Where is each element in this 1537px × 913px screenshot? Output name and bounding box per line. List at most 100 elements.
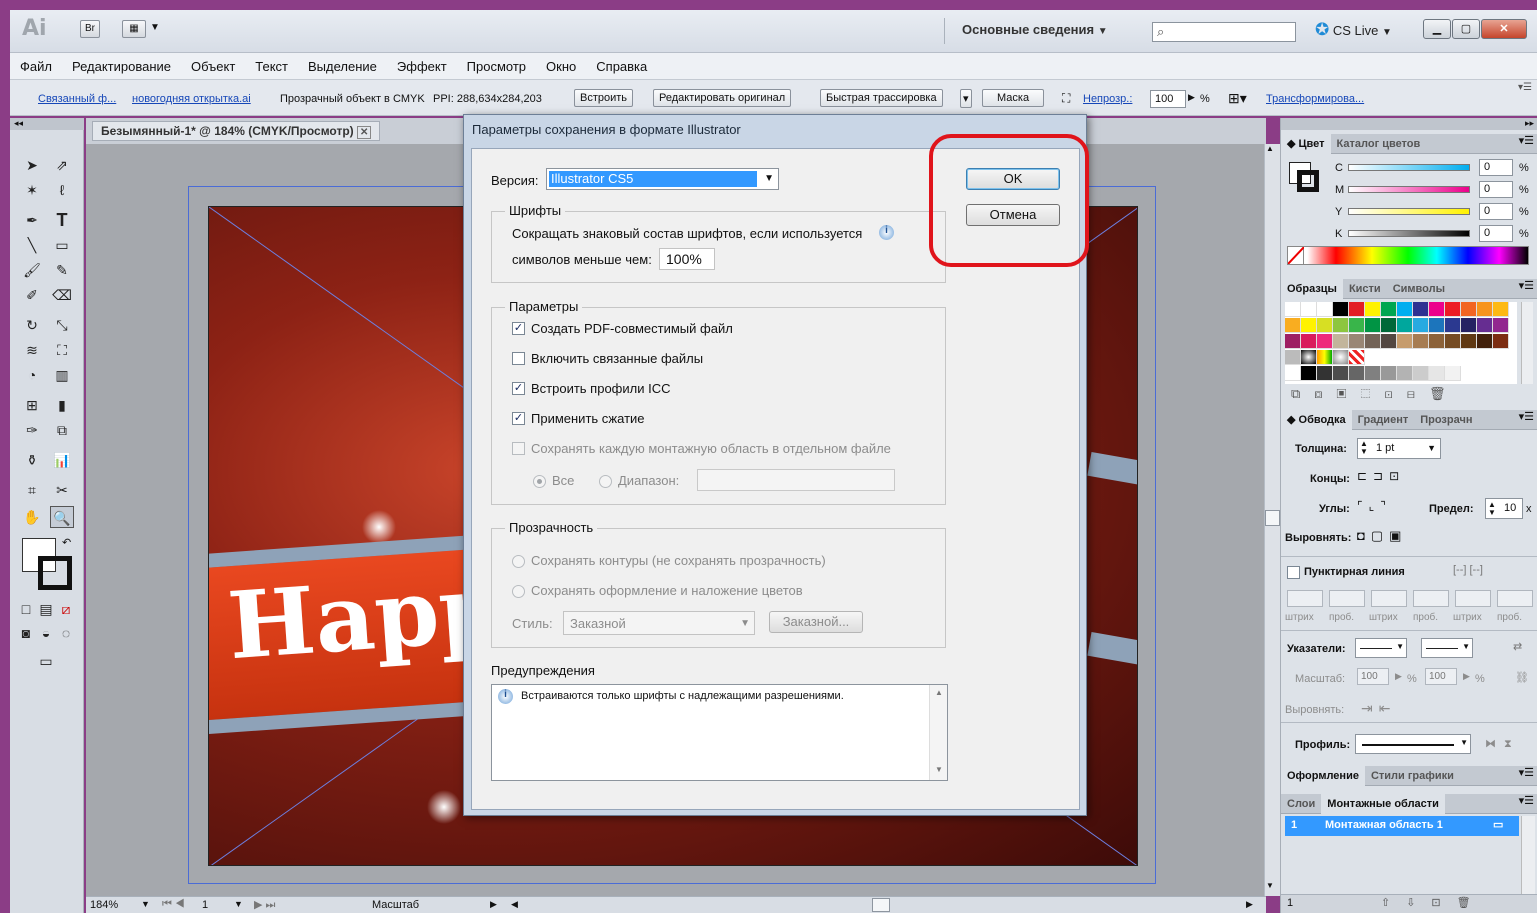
artboard-tool-icon[interactable]: ⌗ xyxy=(20,479,44,501)
dash-3-input[interactable] xyxy=(1455,590,1491,607)
pen-tool-icon[interactable]: ✒ xyxy=(20,209,44,231)
warp-tool-icon[interactable]: ≋ xyxy=(20,339,44,361)
document-tab[interactable]: Безымянный-1* @ 184% (CMYK/Просмотр) ✕ xyxy=(92,121,381,141)
dash-2-input[interactable] xyxy=(1371,590,1407,607)
bridge-button[interactable]: Br xyxy=(80,20,100,38)
gap-2-input[interactable] xyxy=(1413,590,1449,607)
flip-profile-icons[interactable]: ⧓⧗ xyxy=(1485,737,1520,751)
opacity-link[interactable]: Непрозр.: xyxy=(1083,93,1132,105)
collapse-icon[interactable]: ◂◂ xyxy=(10,118,84,130)
menu-window[interactable]: Окно xyxy=(536,53,586,80)
tab-stroke[interactable]: ◆ Обводка xyxy=(1281,410,1352,430)
none-color-icon[interactable] xyxy=(1287,246,1305,265)
tab-appearance[interactable]: Оформление xyxy=(1281,766,1365,786)
color-mode-icon[interactable]: □ xyxy=(16,598,36,620)
scroll-thumb[interactable] xyxy=(1265,510,1280,526)
custom-preset-button[interactable]: Заказной... xyxy=(769,611,863,633)
swatch[interactable] xyxy=(1429,334,1445,349)
zoom-level-field[interactable]: 184% xyxy=(90,899,118,911)
swatch-gradient[interactable] xyxy=(1317,350,1333,365)
mesh-tool-icon[interactable]: ⊞ xyxy=(20,394,44,416)
scroll-up-icon[interactable]: ▲ xyxy=(1266,144,1274,153)
perspective-grid-tool-icon[interactable]: ▥ xyxy=(50,364,74,386)
triangle-right-icon[interactable]: ▶ xyxy=(1188,92,1195,103)
lasso-tool-icon[interactable]: ℓ xyxy=(50,179,74,201)
triangle-right-icon[interactable]: ▶ xyxy=(1463,671,1470,682)
swatch[interactable] xyxy=(1413,302,1429,317)
trace-options-dropdown[interactable]: ▾ xyxy=(960,89,972,108)
tab-transparency[interactable]: Прозрачн xyxy=(1414,410,1478,430)
slice-tool-icon[interactable]: ✂ xyxy=(50,479,74,501)
arrange-documents-icon[interactable]: ▦ xyxy=(122,20,146,38)
menu-file[interactable]: Файл xyxy=(10,53,62,80)
scroll-down-icon[interactable]: ▼ xyxy=(1266,881,1274,890)
save-artboards-checkbox[interactable] xyxy=(512,442,525,455)
next-last-artboard-icon[interactable]: ▶⏭ xyxy=(254,898,278,912)
draw-behind-icon[interactable]: ◒ xyxy=(36,622,56,644)
stroke-color-swatch[interactable] xyxy=(1297,170,1319,192)
width-profile-select[interactable]: ▼ xyxy=(1355,734,1471,754)
swatch[interactable] xyxy=(1285,366,1301,381)
panel-menu-icon[interactable]: ▾☰ xyxy=(1519,410,1534,423)
graph-tool-icon[interactable]: 📊 xyxy=(50,449,74,471)
swatch[interactable] xyxy=(1445,366,1461,381)
swatch[interactable] xyxy=(1445,318,1461,333)
swatch[interactable] xyxy=(1333,302,1349,317)
cslive-menu[interactable]: ✪ CS Live ▼ xyxy=(1315,20,1392,40)
cmyk-k-value[interactable]: 0 xyxy=(1479,225,1513,242)
swatch-pattern[interactable] xyxy=(1349,350,1365,365)
swatch[interactable] xyxy=(1461,302,1477,317)
gradient-mode-icon[interactable]: ▤ xyxy=(36,598,56,620)
swatch[interactable] xyxy=(1317,302,1333,317)
swatch[interactable] xyxy=(1397,302,1413,317)
link-icon[interactable]: ⛓ xyxy=(1515,671,1529,684)
chevron-down-icon[interactable]: ▼ xyxy=(1427,443,1436,453)
artboard-row[interactable]: 1 Монтажная область 1 ▭ xyxy=(1285,816,1519,836)
swatch-gradient[interactable] xyxy=(1333,350,1349,365)
transform-link[interactable]: Трансформирова... xyxy=(1266,93,1364,105)
range-radio[interactable] xyxy=(599,475,612,488)
limit-input[interactable]: ▲ ▼ 10 xyxy=(1485,498,1523,519)
embed-icc-checkbox[interactable]: ✓ xyxy=(512,382,525,395)
first-prev-artboard-icon[interactable]: ⏮◀ xyxy=(162,898,188,911)
swatch[interactable] xyxy=(1301,334,1317,349)
swatch[interactable] xyxy=(1429,318,1445,333)
arrow-scale-1-input[interactable]: 100 xyxy=(1357,668,1389,685)
artboards-scrollbar[interactable] xyxy=(1521,816,1535,896)
swatch[interactable] xyxy=(1429,302,1445,317)
scale-tool-icon[interactable]: ⤡ xyxy=(50,314,74,336)
embed-button[interactable]: Встроить xyxy=(574,89,634,107)
swatch[interactable] xyxy=(1285,334,1301,349)
align-stroke-buttons[interactable]: ◘▢▣ xyxy=(1357,528,1417,546)
status-scale-label[interactable]: Масштаб xyxy=(372,899,419,911)
horizontal-scroll-thumb[interactable] xyxy=(872,898,890,912)
gap-1-input[interactable] xyxy=(1329,590,1365,607)
close-icon[interactable]: ✕ xyxy=(357,126,372,139)
scroll-down-icon[interactable]: ▼ xyxy=(935,765,943,774)
swatch[interactable] xyxy=(1349,318,1365,333)
chevron-down-icon[interactable]: ▼ xyxy=(141,899,150,909)
swatch[interactable] xyxy=(1349,366,1365,381)
panel-menu-icon[interactable]: ▾☰ xyxy=(1519,279,1534,292)
swatch[interactable] xyxy=(1381,318,1397,333)
swatch[interactable] xyxy=(1413,318,1429,333)
menu-select[interactable]: Выделение xyxy=(298,53,387,80)
panel-menu-icon[interactable]: ▾☰ xyxy=(1519,794,1534,807)
dashed-line-checkbox[interactable] xyxy=(1287,566,1300,579)
swatch[interactable] xyxy=(1317,366,1333,381)
menu-object[interactable]: Объект xyxy=(181,53,245,80)
panel-menu-icon[interactable]: ▾☰ xyxy=(1519,766,1534,779)
swatch[interactable] xyxy=(1493,334,1509,349)
zoom-tool-icon[interactable]: 🔍 xyxy=(50,506,74,528)
rectangle-tool-icon[interactable]: ▭ xyxy=(50,234,74,256)
swatch[interactable] xyxy=(1317,318,1333,333)
tab-symbols[interactable]: Символы xyxy=(1387,279,1451,299)
free-transform-tool-icon[interactable]: ⛶ xyxy=(50,339,74,361)
live-trace-button[interactable]: Быстрая трассировка xyxy=(820,89,943,107)
swatch[interactable] xyxy=(1493,302,1509,317)
swatch[interactable] xyxy=(1365,366,1381,381)
screen-mode-icon[interactable]: ▭ xyxy=(34,650,58,672)
draw-normal-icon[interactable]: ◙ xyxy=(16,622,36,644)
opacity-input[interactable]: 100 xyxy=(1150,90,1186,108)
tab-swatches[interactable]: Образцы xyxy=(1281,279,1343,299)
